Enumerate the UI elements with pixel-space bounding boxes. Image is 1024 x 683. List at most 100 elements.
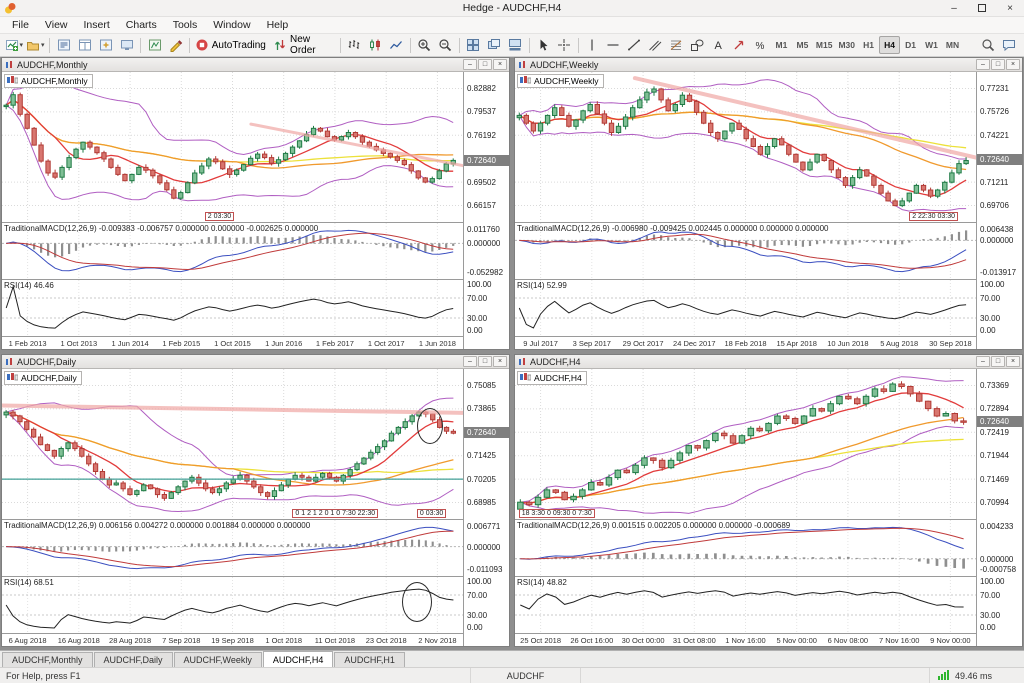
chart-window-titlebar[interactable]: AUDCHF,H4 – □ ×: [515, 355, 1022, 369]
timeframe-m15-button[interactable]: M15: [813, 36, 836, 54]
price-chart[interactable]: AUDCHF,Monthly 2 03:30: [2, 72, 463, 222]
new-order-button[interactable]: New Order: [268, 35, 336, 55]
zoom-out-button[interactable]: [435, 35, 455, 55]
chart-window-titlebar[interactable]: AUDCHF,Weekly – □ ×: [515, 58, 1022, 72]
price-axis[interactable]: 0.828820.795370.761920.695020.661570.726…: [463, 72, 509, 349]
timeframe-m30-button[interactable]: M30: [835, 36, 858, 54]
menu-help[interactable]: Help: [259, 18, 297, 32]
window-maximize-button[interactable]: [968, 0, 996, 16]
chart-close-button[interactable]: ×: [493, 59, 507, 70]
new-chart-button[interactable]: ▾: [4, 35, 25, 55]
menu-file[interactable]: File: [4, 18, 37, 32]
menu-view[interactable]: View: [37, 18, 76, 32]
metaeditor-button[interactable]: [166, 35, 186, 55]
price-axis[interactable]: 0.750850.738650.714250.702050.689850.726…: [463, 369, 509, 646]
window-titlebar[interactable]: Hedge - AUDCHF,H4 – ×: [0, 0, 1024, 17]
autotrading-button[interactable]: AutoTrading: [194, 35, 267, 55]
cascade-windows-button[interactable]: [484, 35, 504, 55]
time-axis[interactable]: 9 Jul 20173 Sep 201729 Oct 201724 Dec 20…: [515, 336, 976, 349]
market-watch-icon: [57, 38, 71, 52]
chevron-down-icon[interactable]: ▾: [20, 41, 24, 49]
data-window-button[interactable]: [75, 35, 95, 55]
macd-tick: 0.000000: [980, 236, 1013, 245]
menu-window[interactable]: Window: [205, 18, 258, 32]
timeframe-d1-button[interactable]: D1: [900, 36, 921, 54]
search-button[interactable]: [978, 35, 998, 55]
text-label-button[interactable]: A: [708, 35, 728, 55]
chart-minimize-button[interactable]: –: [976, 59, 990, 70]
chart-tab[interactable]: AUDCHF,H4: [263, 651, 334, 667]
timeframe-h4-button[interactable]: H4: [879, 36, 900, 54]
chart-window-titlebar[interactable]: AUDCHF,Daily – □ ×: [2, 355, 509, 369]
strategy-tester-button[interactable]: [145, 35, 165, 55]
tile-windows-button[interactable]: [463, 35, 483, 55]
macd-panel[interactable]: TraditionalMACD(12,26,9) -0.009383 -0.00…: [2, 222, 463, 279]
line-chart-button[interactable]: [386, 35, 406, 55]
time-axis[interactable]: 6 Aug 201816 Aug 201828 Aug 20187 Sep 20…: [2, 633, 463, 646]
cursor-button[interactable]: [533, 35, 553, 55]
timeframe-m5-button[interactable]: M5: [792, 36, 813, 54]
window-minimize-button[interactable]: –: [940, 0, 968, 16]
bars-chart-button[interactable]: [344, 35, 364, 55]
chart-close-button[interactable]: ×: [1006, 59, 1020, 70]
macd-panel[interactable]: TraditionalMACD(12,26,9) 0.001515 0.0022…: [515, 519, 976, 576]
rsi-panel[interactable]: RSI(14) 48.82: [515, 576, 976, 633]
chart-maximize-button[interactable]: □: [478, 356, 492, 367]
macd-panel[interactable]: TraditionalMACD(12,26,9) 0.006156 0.0042…: [2, 519, 463, 576]
chart-maximize-button[interactable]: □: [478, 59, 492, 70]
ellipse-annotation[interactable]: [417, 408, 443, 444]
time-axis[interactable]: 1 Feb 20131 Oct 20131 Jun 20141 Feb 2015…: [2, 336, 463, 349]
macd-panel[interactable]: TraditionalMACD(12,26,9) -0.006980 -0.00…: [515, 222, 976, 279]
zoom-in-button[interactable]: [414, 35, 434, 55]
terminal-button[interactable]: [117, 35, 137, 55]
navigator-button[interactable]: [96, 35, 116, 55]
price-chart[interactable]: AUDCHF,Weekly 2 22:30 03:30: [515, 72, 976, 222]
dock-windows-button[interactable]: [505, 35, 525, 55]
timeframe-h1-button[interactable]: H1: [858, 36, 879, 54]
vertical-line-button[interactable]: [582, 35, 602, 55]
chart-close-button[interactable]: ×: [493, 356, 507, 367]
trendline-button[interactable]: [624, 35, 644, 55]
horizontal-line-button[interactable]: [603, 35, 623, 55]
rsi-panel[interactable]: RSI(14) 68.51: [2, 576, 463, 633]
chart-maximize-button[interactable]: □: [991, 356, 1005, 367]
percent-tool-button[interactable]: %: [750, 35, 770, 55]
chevron-down-icon[interactable]: ▾: [41, 41, 45, 49]
rsi-panel[interactable]: RSI(14) 46.46: [2, 279, 463, 336]
candlestick-chart-button[interactable]: [365, 35, 385, 55]
menu-insert[interactable]: Insert: [76, 18, 118, 32]
connection-status[interactable]: 49.46 ms: [929, 668, 1024, 683]
timeframe-m1-button[interactable]: M1: [771, 36, 792, 54]
timeframe-mn-button[interactable]: MN: [942, 36, 963, 54]
price-chart[interactable]: AUDCHF,Daily 0 1 2 1 2 0 1 0 7:30 22:300…: [2, 369, 463, 519]
chart-tab[interactable]: AUDCHF,H1: [334, 652, 405, 667]
menu-tools[interactable]: Tools: [165, 18, 206, 32]
price-axis[interactable]: 0.772310.757260.742210.712110.697060.726…: [976, 72, 1022, 349]
profiles-button[interactable]: ▾: [25, 35, 46, 55]
crosshair-button[interactable]: [554, 35, 574, 55]
chart-minimize-button[interactable]: –: [463, 59, 477, 70]
chart-tab[interactable]: AUDCHF,Weekly: [174, 652, 262, 667]
time-axis[interactable]: 25 Oct 201826 Oct 16:0030 Oct 00:0031 Oc…: [515, 633, 976, 646]
shapes-button[interactable]: [687, 35, 707, 55]
menu-charts[interactable]: Charts: [118, 18, 165, 32]
chart-minimize-button[interactable]: –: [976, 356, 990, 367]
channel-button[interactable]: [645, 35, 665, 55]
chart-minimize-button[interactable]: –: [463, 356, 477, 367]
arrow-marks-button[interactable]: [729, 35, 749, 55]
price-axis[interactable]: 0.733690.728940.724190.719440.714690.709…: [976, 369, 1022, 646]
chart-close-button[interactable]: ×: [1006, 356, 1020, 367]
chart-window-titlebar[interactable]: AUDCHF,Monthly – □ ×: [2, 58, 509, 72]
price-tick: 0.71944: [980, 451, 1009, 460]
market-watch-button[interactable]: [54, 35, 74, 55]
chart-tab[interactable]: AUDCHF,Monthly: [2, 652, 93, 667]
chart-maximize-button[interactable]: □: [991, 59, 1005, 70]
timeframe-w1-button[interactable]: W1: [921, 36, 942, 54]
window-close-button[interactable]: ×: [996, 0, 1024, 16]
chart-tab[interactable]: AUDCHF,Daily: [94, 652, 173, 667]
price-chart[interactable]: AUDCHF,H4 18 3:30 0 09:30 0 7:30: [515, 369, 976, 519]
chat-button[interactable]: [999, 35, 1019, 55]
fibonacci-button[interactable]: [666, 35, 686, 55]
rsi-panel[interactable]: RSI(14) 52.99: [515, 279, 976, 336]
ellipse-annotation[interactable]: [402, 582, 432, 622]
